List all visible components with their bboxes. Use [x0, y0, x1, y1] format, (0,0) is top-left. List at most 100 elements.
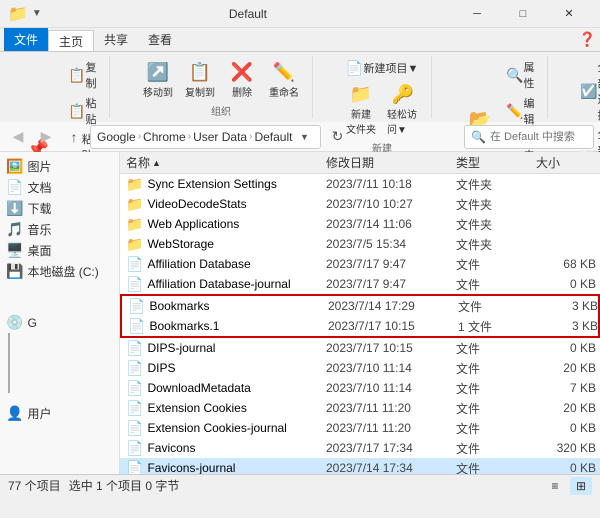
- user-label: 用户: [27, 405, 51, 422]
- list-item[interactable]: 📄 DIPS 2023/7/10 11:14 文件 20 KB: [120, 358, 600, 378]
- delete-button[interactable]: ❌ 删除: [222, 58, 262, 101]
- easy-access-label: 轻松访问▼: [387, 106, 419, 136]
- paste-icon: 📋: [68, 102, 85, 120]
- list-item[interactable]: 📁 WebStorage 2023/7/5 15:34 文件夹: [120, 234, 600, 254]
- ribbon-group-open: 📂 打开▼ 🔍 属性 ✏️ 编辑 🕐 历史记录 打开: [452, 56, 548, 118]
- list-item[interactable]: 📄 Favicons 2023/7/17 17:34 文件 320 KB: [120, 438, 600, 458]
- move-label: 移动到: [143, 84, 173, 99]
- dropdown-icon[interactable]: ▼: [32, 8, 42, 19]
- red-box-group: 📄 Bookmarks 2023/7/14 17:29 文件 3 KB 📄 Bo…: [120, 294, 600, 338]
- desktop-label: 桌面: [27, 242, 51, 259]
- file-date: 2023/7/17 10:15: [326, 341, 456, 355]
- list-item[interactable]: 📁 Sync Extension Settings 2023/7/11 10:1…: [120, 174, 600, 194]
- tab-view[interactable]: 查看: [138, 28, 182, 51]
- large-icon-view-button[interactable]: ⊞: [570, 477, 592, 495]
- title-bar: 📁 ▼ Default ─ □ ✕: [0, 0, 600, 28]
- file-type: 文件: [456, 400, 536, 417]
- copy-button[interactable]: 📋 复制: [64, 58, 101, 92]
- header-date[interactable]: 修改日期: [326, 154, 456, 171]
- list-item[interactable]: 📄 Favicons-journal 2023/7/14 17:34 文件 0 …: [120, 458, 600, 474]
- folder-icon: 📁: [8, 4, 28, 24]
- file-type-icon: 📄: [126, 420, 143, 437]
- list-item[interactable]: 📄 Affiliation Database-journal 2023/7/17…: [120, 274, 600, 294]
- list-item[interactable]: 📄 DIPS-journal 2023/7/17 10:15 文件 0 KB: [120, 338, 600, 358]
- g-label: G: [27, 316, 36, 330]
- organize-items: ↗️ 移动到 📋 复制到 ❌ 删除 ✏️ 重命名: [138, 58, 304, 101]
- status-bar: 77 个项目 选中 1 个项目 0 字节 ≡ ⊞: [0, 474, 600, 496]
- sep1: ›: [138, 131, 141, 142]
- music-label: 音乐: [27, 221, 51, 238]
- breadcrumb-google[interactable]: Google: [97, 130, 136, 144]
- sidebar-item-g[interactable]: 💿 G: [0, 312, 119, 333]
- list-item[interactable]: 📄 Affiliation Database 2023/7/17 9:47 文件…: [120, 254, 600, 274]
- sidebar-item-downloads[interactable]: ⬇️ 下载: [0, 198, 119, 219]
- close-button[interactable]: ✕: [546, 0, 592, 28]
- file-date: 2023/7/14 17:29: [328, 299, 458, 313]
- file-date: 2023/7/17 9:47: [326, 277, 456, 291]
- file-size: 0 KB: [536, 461, 596, 474]
- breadcrumb-dropdown[interactable]: ▼: [294, 126, 314, 148]
- up-button[interactable]: ↑: [62, 125, 86, 149]
- copyto-icon: 📋: [188, 60, 212, 84]
- list-item[interactable]: 📁 VideoDecodeStats 2023/7/10 10:27 文件夹: [120, 194, 600, 214]
- sidebar-item-local-disk[interactable]: 💾 本地磁盘 (C:): [0, 261, 119, 282]
- music-icon: 🎵: [6, 221, 23, 238]
- easy-access-button[interactable]: 🔑 轻松访问▼: [383, 80, 423, 138]
- new-item-button[interactable]: 📄 新建项目▼: [342, 58, 423, 78]
- select-all-button[interactable]: ☑️ 全部选择: [576, 58, 600, 124]
- tab-home[interactable]: 主页: [48, 30, 94, 51]
- file-items-container: 📁 Sync Extension Settings 2023/7/11 10:1…: [120, 174, 600, 474]
- rename-label: 重命名: [269, 84, 299, 99]
- sep3: ›: [249, 131, 252, 142]
- file-type-icon: 📄: [126, 380, 143, 397]
- help-icon[interactable]: ❓: [579, 31, 596, 48]
- paste-label: 粘贴: [85, 95, 97, 127]
- sidebar-item-desktop[interactable]: 🖥️ 桌面: [0, 240, 119, 261]
- header-size[interactable]: 大小: [536, 154, 596, 171]
- list-item[interactable]: 📄 Extension Cookies-journal 2023/7/11 11…: [120, 418, 600, 438]
- edit-button[interactable]: ✏️ 编辑: [502, 94, 539, 128]
- list-item[interactable]: 📄 Bookmarks.1 2023/7/17 10:15 1 文件 3 KB: [122, 316, 598, 336]
- detail-view-button[interactable]: ≡: [544, 477, 566, 495]
- minimize-button[interactable]: ─: [454, 0, 500, 28]
- file-type: 文件: [456, 340, 536, 357]
- paste-button[interactable]: 📋 粘贴: [64, 94, 101, 128]
- edit-icon: ✏️: [506, 102, 523, 120]
- forward-button[interactable]: ▶: [34, 125, 58, 149]
- header-name[interactable]: 名称 ▲: [126, 154, 326, 171]
- list-item[interactable]: 📄 Bookmarks 2023/7/14 17:29 文件 3 KB: [122, 296, 598, 316]
- back-button[interactable]: ◀: [6, 125, 30, 149]
- rename-button[interactable]: ✏️ 重命名: [264, 58, 304, 101]
- sidebar-item-pictures[interactable]: 🖼️ 图片: [0, 156, 119, 177]
- search-box[interactable]: 🔍: [464, 125, 594, 149]
- breadcrumb-default[interactable]: Default: [254, 130, 292, 144]
- search-input[interactable]: [490, 131, 587, 143]
- list-item[interactable]: 📄 DownloadMetadata 2023/7/10 11:14 文件 7 …: [120, 378, 600, 398]
- tab-share[interactable]: 共享: [94, 28, 138, 51]
- view-controls: ≡ ⊞: [544, 477, 592, 495]
- title-bar-app-icons: 📁 ▼: [8, 4, 42, 24]
- properties-button[interactable]: 🔍 属性: [502, 58, 539, 92]
- move-to-button[interactable]: ↗️ 移动到: [138, 58, 178, 101]
- file-type-icon: 📄: [126, 276, 143, 293]
- header-type[interactable]: 类型: [456, 154, 536, 171]
- properties-icon: 🔍: [506, 66, 523, 84]
- sidebar-item-user[interactable]: 👤 用户: [0, 403, 119, 424]
- copy-to-button[interactable]: 📋 复制到: [180, 58, 220, 101]
- documents-icon: 📄: [6, 179, 23, 196]
- sidebar-item-music[interactable]: 🎵 音乐: [0, 219, 119, 240]
- refresh-button[interactable]: ↻: [325, 125, 349, 149]
- file-type-icon: 📄: [126, 340, 143, 357]
- breadcrumb-chrome[interactable]: Chrome: [143, 130, 186, 144]
- file-size: 0 KB: [536, 277, 596, 291]
- properties-label: 属性: [523, 59, 535, 91]
- tab-file[interactable]: 文件: [4, 28, 48, 51]
- sidebar-item-documents[interactable]: 📄 文档: [0, 177, 119, 198]
- move-icon: ↗️: [146, 60, 170, 84]
- file-item-name: 📄 DIPS-journal: [126, 340, 326, 357]
- list-item[interactable]: 📁 Web Applications 2023/7/14 11:06 文件夹: [120, 214, 600, 234]
- file-type-icon: 📄: [126, 400, 143, 417]
- list-item[interactable]: 📄 Extension Cookies 2023/7/11 11:20 文件 2…: [120, 398, 600, 418]
- maximize-button[interactable]: □: [500, 0, 546, 28]
- breadcrumb-userdata[interactable]: User Data: [193, 130, 247, 144]
